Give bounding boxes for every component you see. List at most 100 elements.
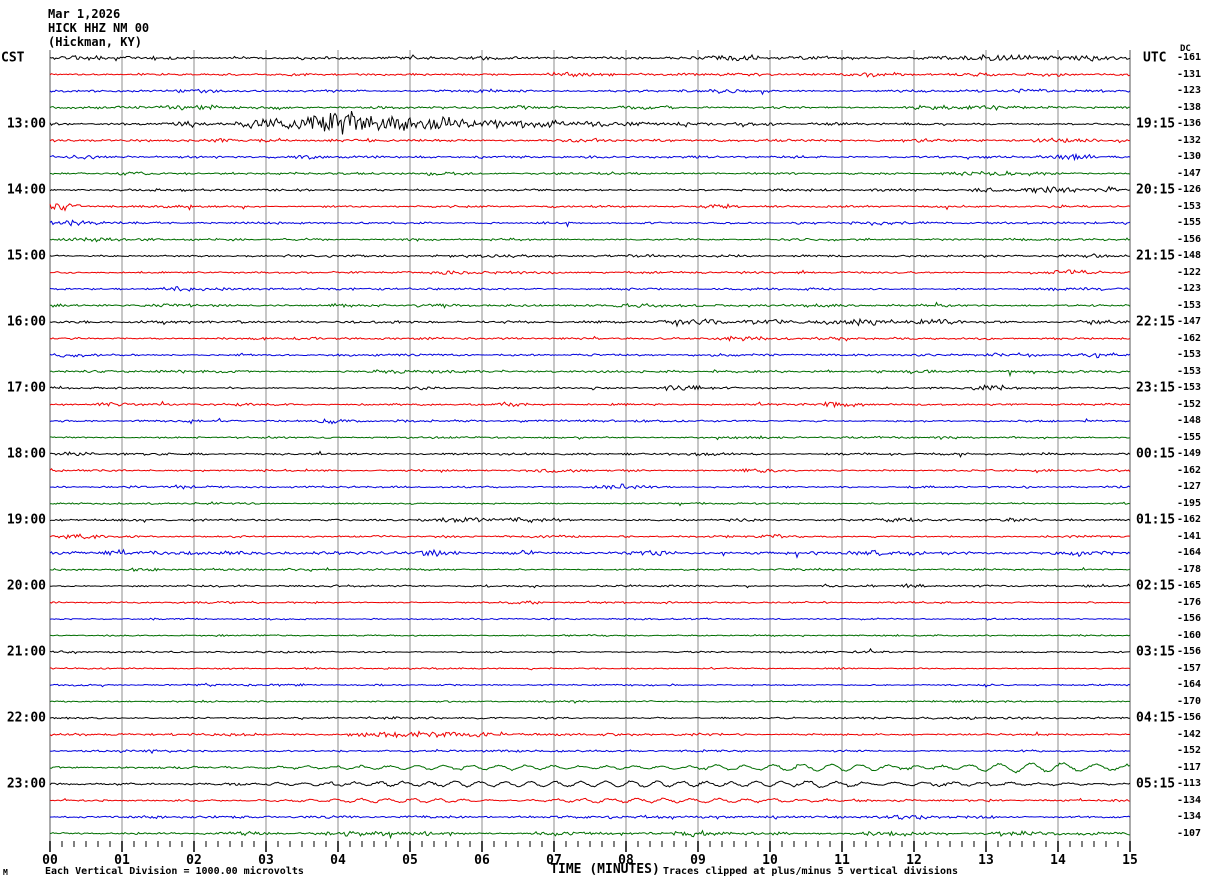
dc-offset-value: -153: [1177, 365, 1202, 377]
utc-hour-label: 05:15: [1136, 776, 1176, 792]
seismo-trace-row: [49, 533, 1131, 540]
seismo-trace-row: [49, 137, 1130, 144]
utc-hour-label: 02:15: [1136, 578, 1176, 594]
seismo-trace-row: [49, 829, 1131, 840]
seismo-trace-row: [49, 699, 1131, 704]
cst-hour-label: 14:00: [6, 182, 46, 198]
dc-offset-value: -134: [1177, 794, 1202, 806]
seismo-trace-row: [49, 762, 1131, 774]
dc-offset-value: -122: [1177, 266, 1202, 278]
dc-offset-value: -153: [1177, 382, 1202, 393]
dc-offset-value: -164: [1177, 679, 1202, 690]
dc-offset-value: -132: [1177, 134, 1202, 146]
seismo-trace-row: [49, 110, 1131, 135]
dc-offset-value: -162: [1177, 514, 1202, 525]
dc-offset-value: -170: [1177, 695, 1202, 707]
dc-offset-value: -153: [1177, 200, 1202, 212]
dc-offset-value: -130: [1177, 151, 1202, 162]
dc-offset-value: -131: [1177, 68, 1202, 80]
cst-hour-label: 22:00: [6, 710, 46, 726]
dc-offset-value: -155: [1177, 217, 1202, 228]
utc-hour-label: 20:15: [1136, 182, 1176, 198]
utc-hour-label: 01:15: [1136, 512, 1176, 528]
seismo-trace-row: [49, 814, 1131, 821]
seismo-trace-row: [49, 548, 1131, 559]
dc-offset-value: -164: [1177, 547, 1202, 558]
dc-offset-value: -113: [1177, 778, 1202, 789]
seismo-trace-row: [49, 352, 1131, 359]
seismo-trace-row: [49, 369, 1131, 378]
utc-hour-label: 21:15: [1136, 248, 1176, 264]
seismo-trace-row: [49, 152, 1131, 162]
dc-offset-value: -147: [1177, 167, 1202, 179]
helicorder-page: Mar 1,2026 HICK HHZ NM 00 (Hickman, KY) …: [0, 0, 1210, 886]
seismo-trace-row: [50, 583, 1131, 589]
seismo-trace-row: [49, 185, 1131, 195]
utc-hour-label: 04:15: [1136, 710, 1176, 726]
seismo-trace-row: [49, 600, 1131, 605]
dc-offset-value: -162: [1177, 464, 1202, 476]
seismo-trace-row: [49, 617, 1131, 621]
seismo-trace-row: [49, 797, 1131, 804]
dc-offset-value: -152: [1177, 398, 1202, 410]
seismo-trace-row: [49, 53, 1131, 62]
dc-offset-value: -138: [1177, 101, 1202, 113]
dc-offset-value: -160: [1177, 629, 1202, 641]
cst-hour-label: 19:00: [6, 512, 46, 528]
dc-offset-value: -147: [1177, 316, 1202, 327]
dc-offset-value: -123: [1177, 283, 1202, 294]
seismo-trace-row: [49, 715, 1131, 721]
cst-hour-label: 15:00: [6, 248, 46, 264]
dc-offset-value: -117: [1177, 761, 1202, 773]
utc-hour-label: 22:15: [1136, 314, 1176, 330]
dc-offset-value: -153: [1177, 349, 1202, 360]
seismo-trace-row: [49, 417, 1131, 425]
x-tick-label: 14: [1050, 853, 1066, 868]
seismo-trace-row: [49, 253, 1130, 259]
seismo-trace-row: [49, 666, 1131, 671]
dc-offset-value: -165: [1177, 580, 1202, 591]
seismo-trace-row: [49, 236, 1131, 243]
seismo-trace-row: [49, 104, 1131, 111]
dc-offset-value: -148: [1177, 415, 1202, 426]
seismo-trace-row: [49, 682, 1131, 688]
cst-hour-label: 23:00: [6, 776, 46, 792]
seismo-trace-row: [49, 435, 1131, 441]
dc-offset-value: -141: [1177, 530, 1202, 542]
seismo-trace-row: [49, 286, 1131, 292]
seismo-trace-row: [49, 780, 1131, 789]
seismo-trace-row: [49, 467, 1131, 474]
dc-offset-value: -136: [1177, 118, 1202, 129]
seismo-trace-row: [49, 384, 1131, 392]
cst-hour-label: 20:00: [6, 578, 46, 594]
x-tick-label: 13: [978, 853, 994, 868]
seismo-trace-row: [49, 219, 1131, 228]
dc-offset-value: -152: [1177, 745, 1202, 756]
seismo-trace-row: [49, 450, 1131, 458]
utc-hour-label: 03:15: [1136, 644, 1176, 660]
seismo-trace-row: [49, 203, 1131, 212]
clip-note: Traces clipped at plus/minus 5 vertical …: [663, 866, 959, 877]
seismo-trace-row: [49, 647, 1131, 655]
dc-offset-value: -156: [1177, 233, 1202, 245]
dc-offset-value: -126: [1177, 184, 1202, 195]
dc-offset-value: -156: [1177, 646, 1202, 657]
dc-offset-value: -134: [1177, 811, 1202, 822]
seismo-trace-row: [49, 317, 1131, 328]
dc-offset-value: -161: [1177, 52, 1202, 63]
seismo-trace-row: [49, 170, 1131, 177]
dc-offset-value: -157: [1177, 662, 1202, 674]
x-tick-label: 05: [402, 853, 418, 868]
x-tick-label: 04: [330, 853, 346, 868]
x-tick-label: 15: [1122, 853, 1138, 868]
seismogram-plot: [49, 50, 1131, 852]
seismo-trace-row: [49, 88, 1131, 96]
seismo-trace-row: [49, 269, 1131, 275]
corner-mark: M: [3, 868, 8, 877]
seismo-trace-row: [49, 400, 1130, 409]
utc-hour-label: 23:15: [1136, 380, 1176, 396]
seismo-trace-row: [49, 71, 1131, 78]
seismo-trace-row: [49, 516, 1131, 524]
dc-offset-value: -162: [1177, 332, 1202, 344]
dc-offset-value: -156: [1177, 613, 1202, 624]
